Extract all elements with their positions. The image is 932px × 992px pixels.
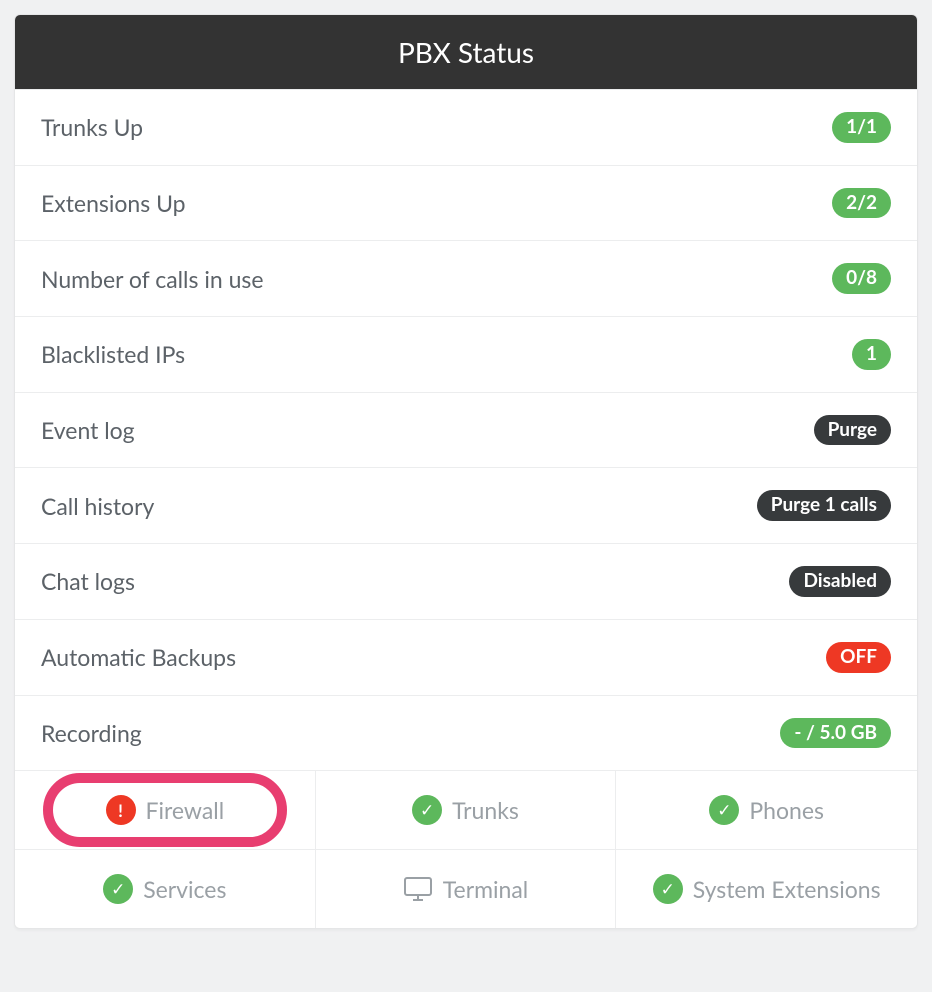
- row-label: Automatic Backups: [41, 643, 236, 671]
- tile-label: System Extensions: [693, 875, 881, 903]
- row-label: Recording: [41, 719, 142, 747]
- row-label: Chat logs: [41, 567, 135, 595]
- badge-recording-usage: - / 5.0 GB: [780, 718, 891, 749]
- row-label: Call history: [41, 492, 154, 520]
- purge-event-log-button[interactable]: Purge: [814, 415, 891, 446]
- row-label: Trunks Up: [41, 113, 143, 141]
- badge-calls-in-use: 0/8: [832, 263, 891, 294]
- check-icon: ✓: [709, 795, 739, 825]
- check-icon: ✓: [103, 874, 133, 904]
- tile-system-extensions[interactable]: ✓ System Extensions: [616, 850, 917, 928]
- tile-phones[interactable]: ✓ Phones: [616, 771, 917, 850]
- row-blacklisted-ips[interactable]: Blacklisted IPs 1: [15, 316, 917, 392]
- panel-title: PBX Status: [15, 15, 917, 89]
- row-event-log[interactable]: Event log Purge: [15, 392, 917, 468]
- row-label: Event log: [41, 416, 135, 444]
- alert-icon: !: [106, 795, 136, 825]
- row-recording[interactable]: Recording - / 5.0 GB: [15, 695, 917, 771]
- check-icon: ✓: [412, 795, 442, 825]
- check-icon: ✓: [653, 874, 683, 904]
- row-label: Extensions Up: [41, 189, 186, 217]
- pbx-status-panel: PBX Status Trunks Up 1/1 Extensions Up 2…: [14, 14, 918, 929]
- row-call-history[interactable]: Call history Purge 1 calls: [15, 467, 917, 543]
- tile-label: Services: [143, 875, 226, 903]
- row-label: Number of calls in use: [41, 265, 264, 293]
- tile-trunks[interactable]: ✓ Trunks: [316, 771, 617, 850]
- row-label: Blacklisted IPs: [41, 340, 185, 368]
- tile-terminal[interactable]: Terminal: [316, 850, 617, 928]
- tile-label: Phones: [749, 796, 824, 824]
- tile-label: Terminal: [443, 875, 528, 903]
- status-tiles: ! Firewall ✓ Trunks ✓ Phones ✓ Services: [15, 770, 917, 928]
- badge-chat-logs-disabled: Disabled: [789, 566, 891, 597]
- row-trunks-up[interactable]: Trunks Up 1/1: [15, 89, 917, 165]
- row-calls-in-use[interactable]: Number of calls in use 0/8: [15, 240, 917, 316]
- monitor-icon: [403, 874, 433, 904]
- badge-extensions-up: 2/2: [832, 188, 891, 219]
- badge-automatic-backups-off[interactable]: OFF: [826, 642, 891, 673]
- row-automatic-backups[interactable]: Automatic Backups OFF: [15, 619, 917, 695]
- badge-blacklisted-ips: 1: [852, 339, 891, 370]
- tile-services[interactable]: ✓ Services: [15, 850, 316, 928]
- badge-trunks-up: 1/1: [832, 112, 891, 143]
- purge-call-history-button[interactable]: Purge 1 calls: [757, 490, 891, 521]
- row-extensions-up[interactable]: Extensions Up 2/2: [15, 165, 917, 241]
- row-chat-logs[interactable]: Chat logs Disabled: [15, 543, 917, 619]
- tile-label: Firewall: [146, 796, 225, 824]
- tile-label: Trunks: [452, 796, 519, 824]
- tile-firewall[interactable]: ! Firewall: [15, 771, 316, 850]
